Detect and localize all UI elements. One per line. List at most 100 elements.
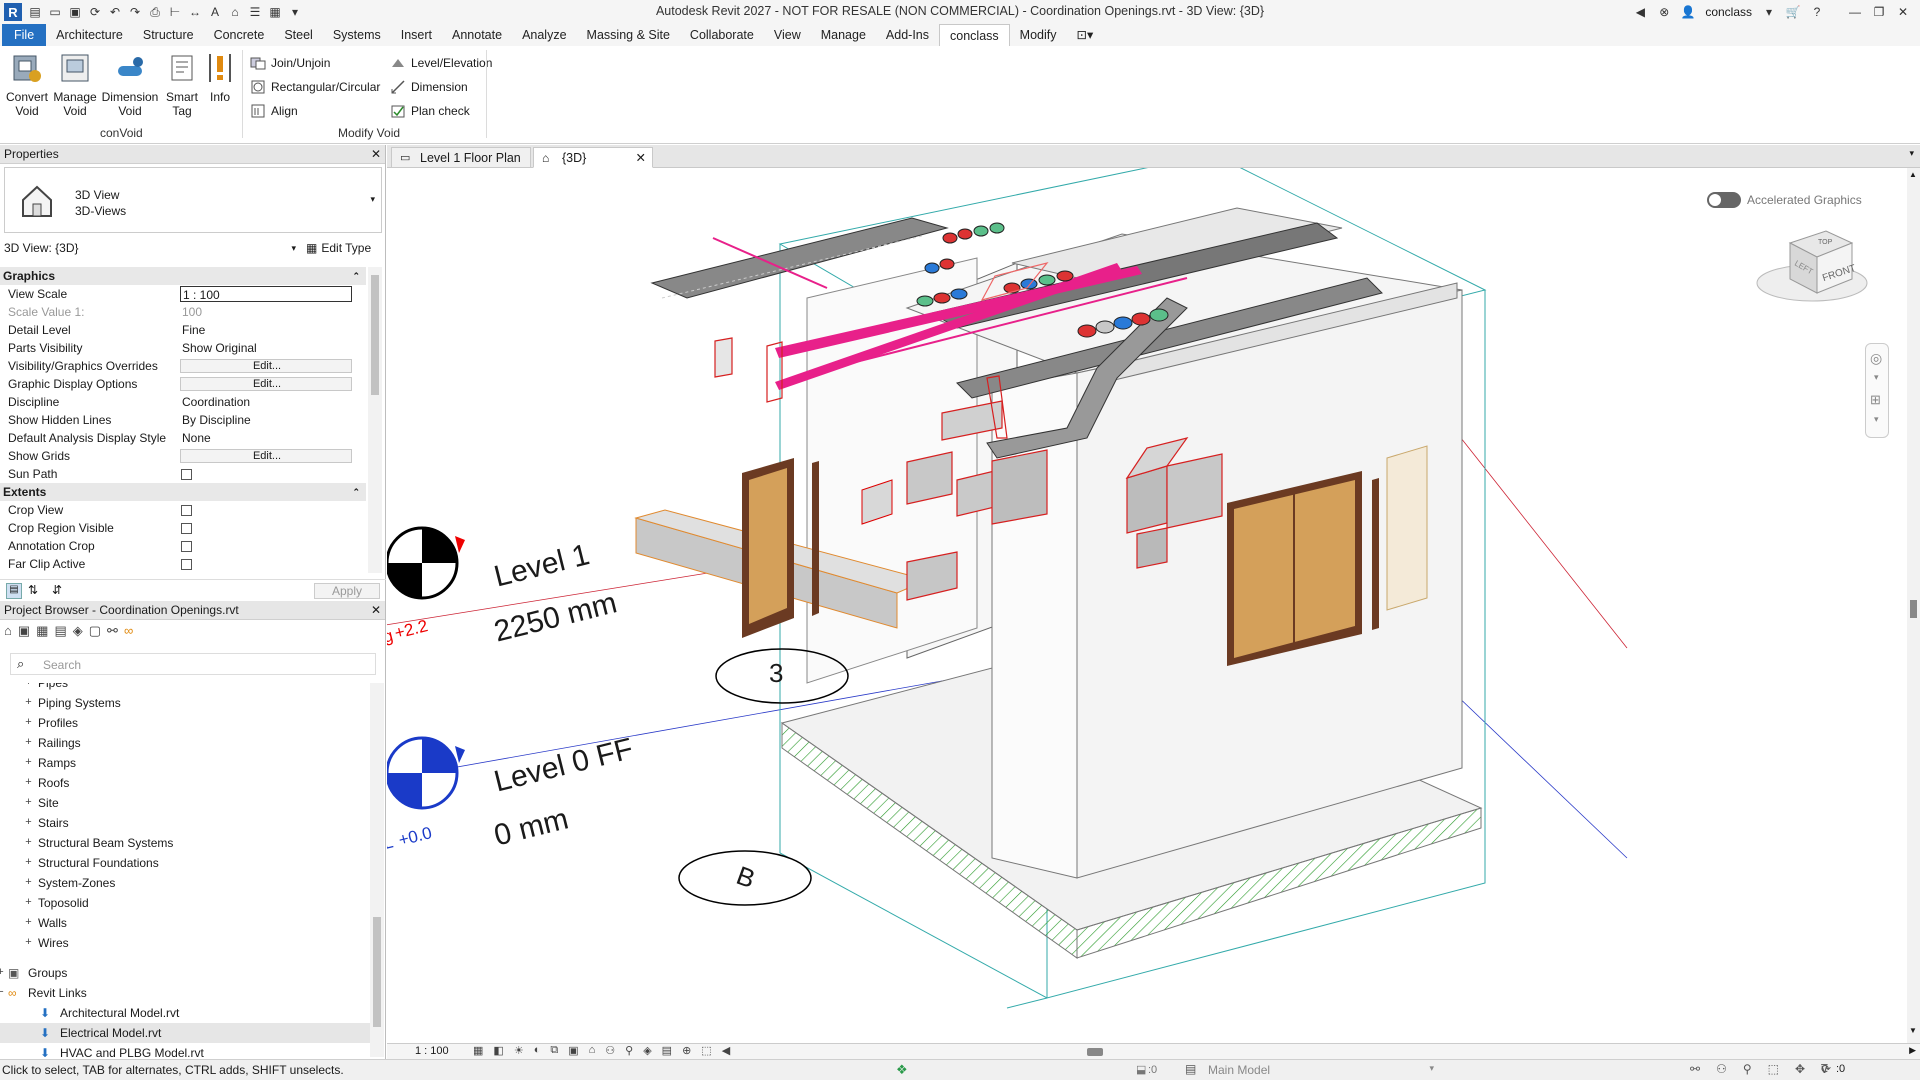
view-cube[interactable]: TOP FRONT LEFT xyxy=(1742,213,1882,313)
zoom-dropdown-icon[interactable]: ▾ xyxy=(1874,414,1879,425)
expand-icon[interactable]: + xyxy=(24,877,33,888)
property-value[interactable]: None xyxy=(180,430,352,446)
close-tab-icon[interactable]: ✕ xyxy=(636,148,646,168)
zoom-region-icon[interactable]: ⊞ xyxy=(1870,392,1881,408)
expand-icon[interactable]: + xyxy=(24,917,33,928)
expand-icon[interactable]: + xyxy=(24,797,33,808)
home-icon[interactable]: ⌂ xyxy=(228,5,242,19)
editable-only-icon[interactable]: ⬓ xyxy=(1136,1063,1146,1076)
3d-viewport[interactable]: Level 1 2250 mm +2.2 1 Parking Level 0 F… xyxy=(387,168,1907,1043)
tree-item[interactable]: + Stairs xyxy=(0,813,370,833)
worksharing-icon[interactable]: ▤ xyxy=(662,1044,672,1057)
menu-tab-annotate[interactable]: Annotate xyxy=(442,24,512,46)
text-icon[interactable]: A xyxy=(208,5,222,19)
cart-icon[interactable]: 🛒 xyxy=(1786,5,1801,19)
steering-wheel-icon[interactable]: ◎ xyxy=(1870,350,1882,367)
section-graphics[interactable]: Graphics ⌃ xyxy=(0,267,366,285)
open-icon[interactable]: ▤ xyxy=(28,5,42,19)
folder-icon[interactable]: ▭ xyxy=(48,5,62,19)
expand-icon[interactable]: + xyxy=(24,737,33,748)
print-icon[interactable]: ⎙ xyxy=(148,5,162,19)
families-icon[interactable]: ◈ xyxy=(73,623,83,639)
smart-tag-button[interactable]: Smart Tag xyxy=(162,52,202,118)
sort-az-icon[interactable]: ⇅ xyxy=(28,583,38,597)
property-value[interactable]: 1 : 100 xyxy=(180,286,352,302)
customize-qat-icon[interactable]: ▾ xyxy=(288,5,302,19)
expand-icon[interactable]: + xyxy=(24,757,33,768)
select-links-icon[interactable]: ⚯ xyxy=(1690,1062,1700,1076)
property-value[interactable]: Fine xyxy=(180,322,352,338)
menu-tab-conclass[interactable]: conclass xyxy=(939,24,1010,46)
scroll-thumb[interactable] xyxy=(1910,600,1917,618)
sort-za-icon[interactable]: ⇵ xyxy=(52,583,62,597)
menu-tab-view[interactable]: View xyxy=(764,24,811,46)
level-elevation-button[interactable]: Level/Elevation xyxy=(390,54,492,72)
tree-item-link[interactable]: ⬇ Electrical Model.rvt xyxy=(0,1023,370,1043)
expand-icon[interactable]: + xyxy=(24,777,33,788)
tab-level-1-floor-plan[interactable]: ▭ Level 1 Floor Plan xyxy=(391,147,531,168)
menu-tab-modify[interactable]: Modify xyxy=(1010,24,1067,46)
tree-item[interactable]: + Structural Foundations xyxy=(0,853,370,873)
tree-item-groups[interactable]: + ▣ Groups xyxy=(0,963,370,983)
unlocked-view-icon[interactable]: ⌂ xyxy=(589,1044,596,1057)
help-properties-icon[interactable]: ▤ xyxy=(6,583,22,599)
horizontal-scroll-thumb[interactable] xyxy=(1087,1048,1103,1056)
redo-icon[interactable]: ↷ xyxy=(128,5,142,19)
crop-region-icon[interactable]: ▣ xyxy=(568,1044,578,1057)
expand-icon[interactable]: + xyxy=(24,837,33,848)
tree-item-revit-links[interactable]: − ∞ Revit Links xyxy=(0,983,370,1003)
dimension-void-button[interactable]: Dimension Void xyxy=(100,52,160,118)
select-underlay-icon[interactable]: ⚇ xyxy=(1716,1062,1727,1076)
menu-tab-add-ins[interactable]: Add-Ins xyxy=(876,24,939,46)
worksets-icon[interactable]: ❖ xyxy=(896,1062,908,1078)
manage-void-button[interactable]: Manage Void xyxy=(52,52,98,118)
dimension-icon[interactable]: ↔ xyxy=(188,5,202,19)
revit-logo[interactable]: R xyxy=(4,3,22,21)
expand-icon[interactable]: + xyxy=(24,697,33,708)
menu-tab-file[interactable]: File xyxy=(2,24,47,46)
info-button[interactable]: Info xyxy=(204,52,236,104)
tree-item[interactable]: + System-Zones xyxy=(0,873,370,893)
sync-icon[interactable]: ⟳ xyxy=(88,5,102,19)
menu-tab-systems[interactable]: Systems xyxy=(323,24,391,46)
rectangular-circular-button[interactable]: Rectangular/Circular xyxy=(250,78,380,96)
type-selector[interactable]: 3D View 3D-Views ▾ xyxy=(4,167,382,233)
tab-3d[interactable]: ⌂ {3D} ✕ xyxy=(533,147,653,168)
expand-icon[interactable]: + xyxy=(0,967,5,978)
reveal-hidden-icon[interactable]: ⚲ xyxy=(625,1044,633,1057)
property-edit-button[interactable]: Edit... xyxy=(180,377,352,391)
property-value[interactable]: 100 xyxy=(180,304,352,320)
sign-in-icon[interactable]: ◀ xyxy=(1633,5,1647,19)
property-checkbox[interactable] xyxy=(181,523,192,534)
property-value[interactable]: By Discipline xyxy=(180,412,352,428)
property-checkbox[interactable] xyxy=(181,541,192,552)
tree-item[interactable]: + Railings xyxy=(0,733,370,753)
scroll-down-icon[interactable]: ▼ xyxy=(1909,1026,1917,1035)
schedules-icon[interactable]: ▦ xyxy=(36,623,48,639)
property-value[interactable]: Coordination xyxy=(180,394,352,410)
tabs-dropdown-icon[interactable]: ▾ xyxy=(1909,148,1914,159)
expand-icon[interactable]: + xyxy=(24,937,33,948)
toggle-switch[interactable] xyxy=(1707,192,1741,208)
properties-scrollbar[interactable] xyxy=(368,267,382,573)
tree-item-link[interactable]: ⬇ Architectural Model.rvt xyxy=(0,1003,370,1023)
sun-path-icon[interactable]: ☀ xyxy=(514,1044,524,1057)
tree-item[interactable]: + Piping Systems xyxy=(0,693,370,713)
binoculars-icon[interactable]: ⊗ xyxy=(1657,5,1671,19)
select-by-face-icon[interactable]: ⬚ xyxy=(1768,1062,1779,1076)
nav-dropdown-icon[interactable]: ▾ xyxy=(1874,372,1879,383)
minimize-icon[interactable]: — xyxy=(1848,5,1862,19)
shadows-icon[interactable]: ◐ xyxy=(534,1044,541,1057)
expand-icon[interactable]: + xyxy=(24,897,33,908)
close-icon[interactable]: ✕ xyxy=(371,147,381,161)
tree-item-link[interactable]: ⬇ HVAC and PLBG Model.rvt xyxy=(0,1043,370,1057)
detail-level-icon[interactable]: ▦ xyxy=(473,1044,483,1057)
expand-icon[interactable]: + xyxy=(24,683,33,688)
help-icon[interactable]: ? xyxy=(1810,5,1824,19)
user-dropdown-icon[interactable]: ▾ xyxy=(1762,5,1776,19)
close-window-icon[interactable]: ✕ xyxy=(1896,5,1910,19)
join-unjoin-button[interactable]: Join/Unjoin xyxy=(250,54,330,72)
constraints-icon[interactable]: ◀ xyxy=(722,1044,730,1057)
menu-tab-concrete[interactable]: Concrete xyxy=(204,24,275,46)
user-name[interactable]: conclass xyxy=(1705,5,1752,19)
